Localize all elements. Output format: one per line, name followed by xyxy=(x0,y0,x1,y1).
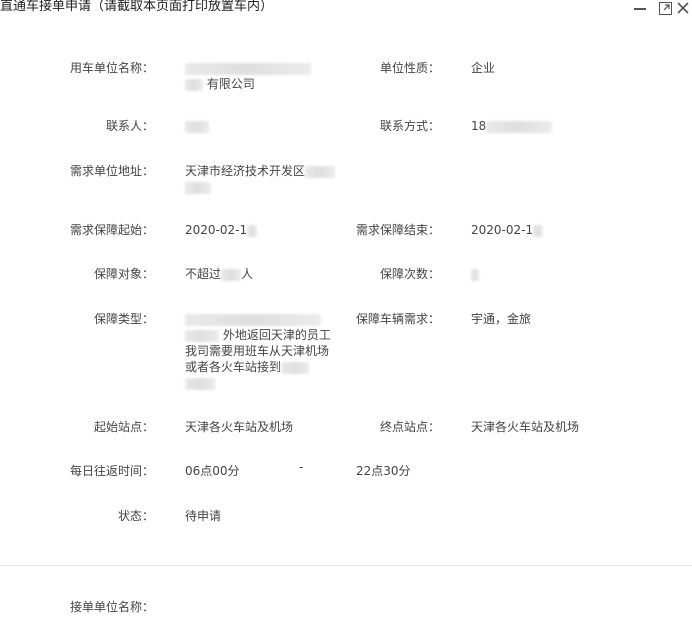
redacted-block xyxy=(486,120,553,133)
address-value: 天津市经济技术开发区 xyxy=(185,163,336,195)
contact-method-label: 联系方式： xyxy=(379,119,440,133)
accept-unit-label: 接单单位名称： xyxy=(69,600,154,614)
daily-time-label: 每日往返时间： xyxy=(69,464,154,478)
target-prefix: 不超过 xyxy=(185,267,222,281)
dialog-titlebar: 直通车接单申请（请截取本页面打印放置车内） xyxy=(0,0,692,16)
contact-label: 联系人： xyxy=(105,119,154,133)
start-label: 需求保障起始： xyxy=(69,223,154,237)
redacted-block xyxy=(247,224,258,237)
unit-name-label: 用车单位名称： xyxy=(69,61,154,75)
vehicle-value: 宇通，金旅 xyxy=(471,312,532,326)
redacted-block xyxy=(221,268,242,281)
address-label: 需求单位地址： xyxy=(69,164,154,178)
times-value xyxy=(471,266,479,282)
daily-time-end: 22点30分 xyxy=(356,464,411,478)
close-icon xyxy=(677,2,689,14)
address-text: 天津市经济技术开发区 xyxy=(185,164,306,178)
unit-type-value: 企业 xyxy=(471,61,496,75)
redacted-block xyxy=(305,165,336,178)
unit-name-value: 有限公司 xyxy=(185,60,311,92)
end-label: 需求保障结束： xyxy=(355,223,440,237)
end-station-label: 终点站点： xyxy=(379,420,440,434)
maximize-icon xyxy=(658,1,672,15)
redacted-block xyxy=(471,268,479,281)
redacted-block xyxy=(185,62,311,75)
redacted-block xyxy=(185,78,203,91)
minimize-icon xyxy=(634,8,646,10)
minimize-button[interactable] xyxy=(631,0,649,16)
target-value: 不超过 人 xyxy=(185,266,253,282)
end-value: 2020-02-1 xyxy=(471,222,544,238)
dialog-title: 直通车接单申请（请截取本页面打印放置车内） xyxy=(0,0,274,14)
redacted-block xyxy=(185,377,215,390)
target-label: 保障对象： xyxy=(93,267,154,281)
section-divider xyxy=(0,565,692,566)
contact-method-value: 18 xyxy=(471,118,553,134)
start-date-text: 2020-02-1 xyxy=(185,223,248,237)
status-label: 状态： xyxy=(117,509,154,523)
contact-method-text: 18 xyxy=(471,119,487,133)
start-value: 2020-02-1 xyxy=(185,222,258,238)
end-station-value: 天津各火车站及机场 xyxy=(471,420,580,434)
times-label: 保障次数： xyxy=(379,267,440,281)
redacted-block xyxy=(185,120,209,133)
maximize-button[interactable] xyxy=(656,0,674,16)
daily-time-start: 06点00分 xyxy=(185,464,240,478)
redacted-block xyxy=(533,224,544,237)
redacted-block xyxy=(185,181,211,194)
type-line-1: 外地返回天津的员工 xyxy=(222,328,331,342)
redacted-block xyxy=(185,313,321,326)
type-line-3: 或者各火车站接到 xyxy=(185,360,282,374)
unit-type-label: 单位性质： xyxy=(379,61,440,75)
target-suffix: 人 xyxy=(241,267,254,281)
end-date-text: 2020-02-1 xyxy=(471,223,534,237)
start-station-value: 天津各火车站及机场 xyxy=(185,420,294,434)
type-label: 保障类型： xyxy=(93,312,154,326)
start-station-label: 起始站点： xyxy=(93,420,154,434)
type-line-2: 我司需要用班车从天津机场 xyxy=(185,344,330,358)
contact-value xyxy=(185,118,209,134)
daily-time-separator: - xyxy=(299,460,304,474)
status-value: 待申请 xyxy=(185,509,222,523)
close-button[interactable] xyxy=(674,0,692,16)
redacted-block xyxy=(185,329,219,342)
redacted-block xyxy=(281,361,310,374)
vehicle-label: 保障车辆需求： xyxy=(355,312,440,326)
unit-name-text: 有限公司 xyxy=(206,77,255,91)
